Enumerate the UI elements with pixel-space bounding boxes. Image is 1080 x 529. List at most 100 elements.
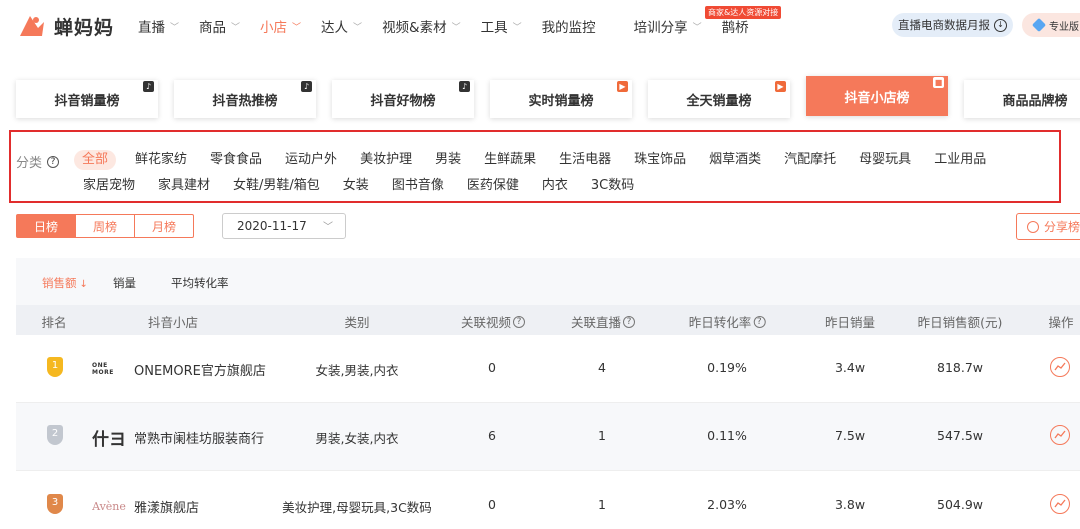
sales-volume: 3.4w <box>834 360 866 375</box>
nav-item-3[interactable]: 达人 ﹀ <box>321 16 362 36</box>
table-row[interactable]: 1 ONE MORE ONEMORE官方旗舰店 女装,男装,内衣 0 4 0.1… <box>16 335 1080 403</box>
board-tab-label: 抖音热推榜 <box>212 93 278 109</box>
metric-sales-sort[interactable]: 销量 <box>113 275 136 291</box>
board-tab-label: 抖音销量榜 <box>54 93 120 109</box>
help-icon[interactable]: ? <box>513 315 526 328</box>
help-icon[interactable]: ? <box>47 155 60 168</box>
shop-icon: ■ <box>933 77 944 88</box>
period-option-0[interactable]: 日榜 <box>16 214 76 238</box>
th-lives[interactable]: 关联直播? <box>571 312 636 331</box>
nav-item-7[interactable]: 培训分享 ﹀ <box>634 16 702 36</box>
nav-item-1[interactable]: 商品 ﹀ <box>199 16 240 36</box>
category-label: 分类 <box>16 156 43 171</box>
trend-chart-icon[interactable] <box>1050 494 1070 514</box>
douyin-icon: ♪ <box>301 81 312 92</box>
trend-chart-icon[interactable] <box>1050 357 1070 377</box>
table-row[interactable]: 3 Avène 雅漾旗舰店 美妆护理,母婴玩具,3C数码 0 1 2.03% 3… <box>16 472 1080 529</box>
board-tab-1[interactable]: 抖音热推榜 ♪ <box>174 80 316 118</box>
related-videos: 0 <box>488 360 496 375</box>
download-icon: ↓ <box>994 18 1007 32</box>
category-chip[interactable]: 家具建材 <box>158 176 210 196</box>
gold-medal-icon: 1 <box>47 357 63 377</box>
category-chip[interactable]: 生活电器 <box>559 150 611 170</box>
category-chip[interactable]: 鲜花家纺 <box>135 150 187 170</box>
period-option-2[interactable]: 月榜 <box>134 214 194 238</box>
shop-category: 女装,男装,内衣 <box>315 363 399 378</box>
metric-sort-bar: 销售额 ↓ 销量 平均转化率 <box>16 258 1080 305</box>
nav-item-label: 我的监控 <box>541 20 596 36</box>
conversion-rate: 0.19% <box>707 360 747 375</box>
brand-logo[interactable]: 蝉妈妈 <box>16 10 114 42</box>
chevron-down-icon: ﹀ <box>692 22 702 33</box>
trend-chart-icon[interactable] <box>1050 425 1070 445</box>
category-chip[interactable]: 家居宠物 <box>83 176 135 196</box>
category-chip[interactable]: 内衣 <box>542 176 568 196</box>
related-videos: 6 <box>488 428 496 443</box>
nav-item-0[interactable]: 直播 ﹀ <box>138 16 179 36</box>
category-chip[interactable]: 母婴玩具 <box>859 150 911 170</box>
th-videos[interactable]: 关联视频? <box>461 312 526 331</box>
category-chip[interactable]: 珠宝饰品 <box>634 150 686 170</box>
category-chip[interactable]: 全部 <box>74 150 117 170</box>
th-action: 操作 <box>1048 315 1074 330</box>
board-tab-6[interactable]: 商品品牌榜 <box>964 80 1080 118</box>
board-tab-4[interactable]: 全天销量榜 ▶ <box>648 80 790 118</box>
category-chip[interactable]: 图书音像 <box>392 176 444 196</box>
metric-revenue-sort[interactable]: 销售额 ↓ <box>42 275 88 291</box>
nav-item-8[interactable]: 鹊桥 <box>722 16 749 36</box>
date-picker[interactable]: 2020-11-17 ﹀ <box>222 213 346 239</box>
board-tab-0[interactable]: 抖音销量榜 ♪ <box>16 80 158 118</box>
help-icon[interactable]: ? <box>623 315 636 328</box>
douyin-icon: ♪ <box>459 81 470 92</box>
category-chip[interactable]: 医药保健 <box>467 176 519 196</box>
category-chip[interactable]: 3C数码 <box>591 176 634 196</box>
pro-version-button[interactable]: 专业版 <box>1022 13 1080 37</box>
nav-item-2[interactable]: 小店 ﹀ <box>260 16 301 36</box>
metric-conversion-sort[interactable]: 平均转化率 <box>171 275 229 291</box>
th-conversion[interactable]: 昨日转化率? <box>689 312 766 331</box>
board-tab-label: 抖音好物榜 <box>370 93 436 109</box>
category-chip[interactable]: 工业用品 <box>934 150 986 170</box>
board-tab-5[interactable]: 抖音小店榜 ■ <box>806 76 948 116</box>
category-chip[interactable]: 零食食品 <box>210 150 262 170</box>
live-icon: ▶ <box>775 81 786 92</box>
category-chip[interactable]: 烟草酒类 <box>709 150 761 170</box>
category-chip[interactable]: 美妆护理 <box>360 150 412 170</box>
live-icon: ▶ <box>617 81 628 92</box>
category-chip[interactable]: 男装 <box>435 150 461 170</box>
category-chip[interactable]: 女装 <box>343 176 369 196</box>
board-tab-3[interactable]: 实时销量榜 ▶ <box>490 80 632 118</box>
chevron-down-icon: ﹀ <box>323 222 333 233</box>
category-label-group: 分类 ? <box>16 152 60 171</box>
table-row[interactable]: 2 什ヨ 常熟市阑桂坊服装商行 男装,女装,内衣 6 1 0.11% 7.5w … <box>16 403 1080 471</box>
nav-item-6[interactable]: 我的监控 <box>542 16 596 36</box>
board-tab-label: 商品品牌榜 <box>1002 93 1068 109</box>
shop-name[interactable]: 常熟市阑桂坊服装商行 <box>134 428 264 447</box>
th-rank: 排名 <box>41 315 67 330</box>
category-chip[interactable]: 汽配摩托 <box>784 150 836 170</box>
shop-name[interactable]: 雅漾旗舰店 <box>134 497 199 516</box>
douyin-icon: ♪ <box>143 81 154 92</box>
related-lives: 1 <box>598 497 606 512</box>
board-tab-2[interactable]: 抖音好物榜 ♪ <box>332 80 474 118</box>
conversion-rate: 0.11% <box>707 428 747 443</box>
resource-match-badge: 商家&达人资源对接 <box>705 6 782 19</box>
chevron-down-icon: ﹀ <box>353 22 363 33</box>
shop-category: 男装,女装,内衣 <box>315 431 399 446</box>
nav-item-5[interactable]: 工具 ﹀ <box>481 16 522 36</box>
nav-item-label: 视频&素材 <box>382 20 447 36</box>
nav-item-label: 直播 <box>138 20 165 36</box>
share-ranking-button[interactable]: 分享榜 <box>1016 213 1080 240</box>
th-conversion-label: 昨日转化率 <box>688 315 752 330</box>
help-icon[interactable]: ? <box>753 315 766 328</box>
shop-name[interactable]: ONEMORE官方旗舰店 <box>134 360 266 379</box>
board-tab-label: 抖音小店榜 <box>844 90 910 106</box>
category-chip[interactable]: 运动户外 <box>285 150 337 170</box>
category-chip[interactable]: 女鞋/男鞋/箱包 <box>233 176 320 196</box>
main-nav: 直播 ﹀ 商品 ﹀ 小店 ﹀ 达人 ﹀ 视频&素材 ﹀ 工具 ﹀ 我的监控 培训分享 ﹀ 鹊桥 <box>138 16 769 36</box>
category-filter: 分类 ? 全部 鲜花家纺 零食食品 运动户外 美妆护理 男装 生鲜蔬果 生活电器 珠宝饰品 烟草酒… <box>9 130 1061 203</box>
period-option-1[interactable]: 周榜 <box>75 214 135 238</box>
monthly-report-button[interactable]: 直播电商数据月报 ↓ <box>892 13 1013 37</box>
category-chip[interactable]: 生鲜蔬果 <box>484 150 536 170</box>
nav-item-4[interactable]: 视频&素材 ﹀ <box>382 16 461 36</box>
